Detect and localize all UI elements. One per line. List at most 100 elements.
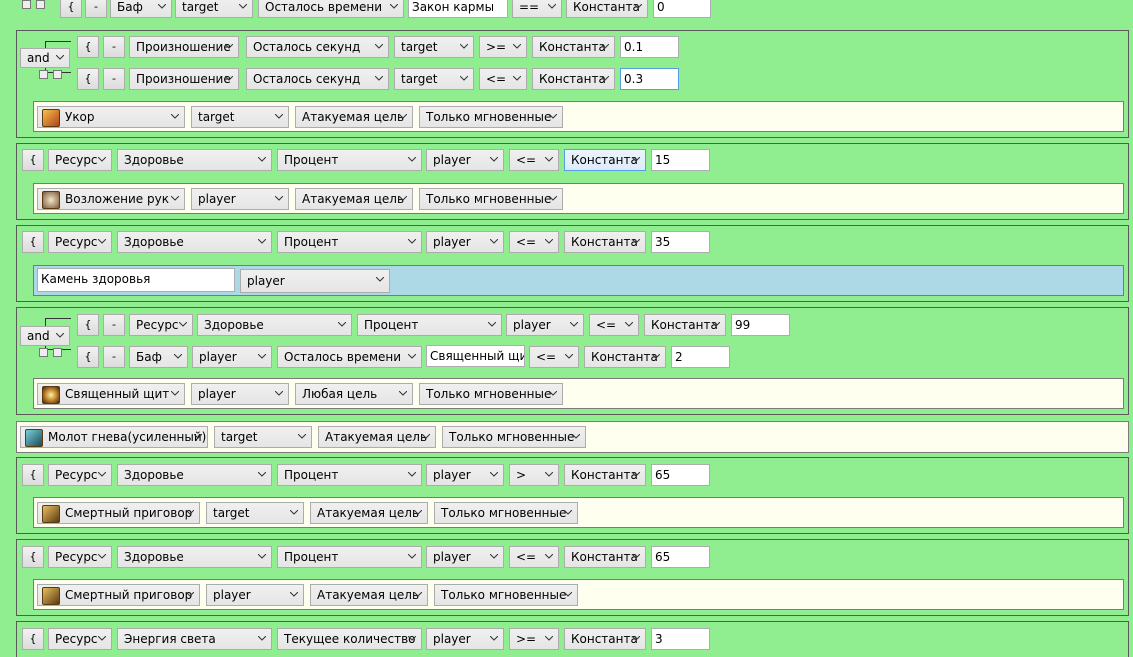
operator-dropdown[interactable]: <= [589, 314, 639, 336]
open-group-button[interactable]: { [22, 149, 44, 171]
buff-name-input[interactable]: Священный щит [426, 345, 525, 367]
value-kind-dropdown[interactable]: Константа [564, 464, 646, 486]
value-kind-dropdown[interactable]: Константа [564, 628, 646, 650]
open-group-button[interactable]: { [22, 546, 44, 568]
remove-condition-button[interactable]: - [85, 0, 107, 18]
cast-mode-dropdown[interactable]: Только мгновенные [442, 426, 586, 448]
unit-dropdown[interactable]: target [175, 0, 253, 18]
value-kind-dropdown[interactable]: Константа [564, 231, 646, 253]
unit-dropdown[interactable]: player [191, 188, 289, 210]
operator-dropdown[interactable]: > [509, 464, 559, 486]
operator-dropdown[interactable]: <= [479, 68, 527, 90]
remove-condition-button[interactable]: - [103, 346, 125, 368]
operator-dropdown[interactable]: <= [509, 546, 559, 568]
open-group-button[interactable]: { [22, 464, 44, 486]
condition-type-dropdown[interactable]: Ресурс [48, 231, 112, 253]
unit-dropdown[interactable]: player [426, 231, 504, 253]
condition-type-dropdown[interactable]: Баф [110, 0, 172, 18]
operator-dropdown[interactable]: <= [509, 231, 559, 253]
open-group-button[interactable]: { [77, 68, 99, 90]
unit-dropdown[interactable]: player [426, 546, 504, 568]
resource-dropdown[interactable]: Здоровье [117, 464, 272, 486]
collapse-toggle[interactable] [22, 0, 31, 9]
operator-dropdown[interactable]: <= [509, 149, 559, 171]
spell-dropdown[interactable]: Смертный приговор [37, 502, 200, 524]
collapse-toggle[interactable] [39, 70, 48, 79]
targeting-dropdown[interactable]: Атакуемая цель [295, 106, 413, 128]
value-input[interactable]: 35 [651, 231, 710, 253]
expand-toggle[interactable] [53, 348, 62, 357]
cast-mode-dropdown[interactable]: Только мгновенные [419, 383, 563, 405]
condition-type-dropdown[interactable]: Баф [129, 346, 188, 368]
spell-dropdown[interactable]: Возложение рук [37, 188, 185, 210]
operator-dropdown[interactable]: >= [509, 628, 559, 650]
resource-dropdown[interactable]: Энергия света [117, 628, 272, 650]
param-dropdown[interactable]: Осталось секунд [246, 68, 389, 90]
targeting-dropdown[interactable]: Атакуемая цель [295, 188, 413, 210]
value-input[interactable]: 65 [651, 464, 710, 486]
measure-dropdown[interactable]: Процент [277, 231, 422, 253]
logic-operator-dropdown[interactable]: and [20, 326, 70, 346]
condition-type-dropdown[interactable]: Ресурс [48, 464, 112, 486]
remove-condition-button[interactable]: - [103, 68, 125, 90]
value-input[interactable]: 15 [651, 149, 710, 171]
spell-dropdown[interactable]: Священный щит [37, 383, 185, 405]
operator-dropdown[interactable]: <= [529, 346, 579, 368]
cast-mode-dropdown[interactable]: Только мгновенные [434, 502, 578, 524]
open-group-button[interactable]: { [22, 231, 44, 253]
condition-type-dropdown[interactable]: Ресурс [48, 546, 112, 568]
collapse-toggle[interactable] [39, 348, 48, 357]
measure-dropdown[interactable]: Процент [357, 314, 502, 336]
value-input[interactable]: 3 [651, 628, 710, 650]
operator-dropdown[interactable]: == [512, 0, 562, 18]
unit-dropdown[interactable]: player [240, 269, 390, 293]
resource-dropdown[interactable]: Здоровье [117, 149, 272, 171]
resource-dropdown[interactable]: Здоровье [117, 231, 272, 253]
param-dropdown[interactable]: Осталось времени [277, 346, 422, 368]
measure-dropdown[interactable]: Процент [277, 149, 422, 171]
open-group-button[interactable]: { [77, 314, 99, 336]
targeting-dropdown[interactable]: Атакуемая цель [310, 584, 428, 606]
unit-dropdown[interactable]: player [192, 346, 272, 368]
targeting-dropdown[interactable]: Атакуемая цель [310, 502, 428, 524]
value-input[interactable]: 65 [651, 546, 710, 568]
measure-dropdown[interactable]: Процент [277, 546, 422, 568]
unit-dropdown[interactable]: target [214, 426, 312, 448]
targeting-dropdown[interactable]: Атакуемая цель [318, 426, 436, 448]
value-kind-dropdown[interactable]: Константа [566, 0, 648, 18]
value-input[interactable]: 99 [731, 314, 790, 336]
value-input[interactable]: 0 [653, 0, 711, 18]
open-group-button[interactable]: { [22, 628, 44, 650]
condition-type-dropdown[interactable]: Ресурс [48, 149, 112, 171]
value-kind-dropdown[interactable]: Константа [532, 68, 615, 90]
param-dropdown[interactable]: Осталось секунд [246, 36, 389, 58]
value-kind-dropdown[interactable]: Константа [644, 314, 726, 336]
value-input[interactable]: 0.1 [620, 36, 679, 58]
condition-type-dropdown[interactable]: Произношение [129, 68, 239, 90]
unit-dropdown[interactable]: player [426, 464, 504, 486]
item-name-input[interactable]: Камень здоровья [37, 268, 235, 292]
cast-mode-dropdown[interactable]: Только мгновенные [419, 188, 563, 210]
spell-dropdown[interactable]: Смертный приговор [37, 584, 200, 606]
param-dropdown[interactable]: Осталось времени [258, 0, 404, 18]
buff-name-input[interactable]: Закон кармы [408, 0, 508, 18]
logic-operator-dropdown[interactable]: and [20, 48, 70, 68]
measure-dropdown[interactable]: Процент [277, 464, 422, 486]
resource-dropdown[interactable]: Здоровье [197, 314, 352, 336]
value-kind-dropdown[interactable]: Константа [564, 149, 646, 171]
resource-dropdown[interactable]: Здоровье [117, 546, 272, 568]
unit-dropdown[interactable]: target [394, 68, 474, 90]
cast-mode-dropdown[interactable]: Только мгновенные [434, 584, 578, 606]
expand-toggle[interactable] [36, 0, 45, 9]
remove-condition-button[interactable]: - [103, 314, 125, 336]
targeting-dropdown[interactable]: Любая цель [295, 383, 413, 405]
operator-dropdown[interactable]: >= [479, 36, 527, 58]
value-kind-dropdown[interactable]: Константа [532, 36, 615, 58]
open-group-button[interactable]: { [77, 36, 99, 58]
unit-dropdown[interactable]: player [191, 383, 289, 405]
open-group-button[interactable]: { [77, 346, 99, 368]
expand-toggle[interactable] [53, 70, 62, 79]
unit-dropdown[interactable]: player [506, 314, 584, 336]
condition-type-dropdown[interactable]: Ресурс [129, 314, 193, 336]
condition-type-dropdown[interactable]: Ресурс [48, 628, 112, 650]
